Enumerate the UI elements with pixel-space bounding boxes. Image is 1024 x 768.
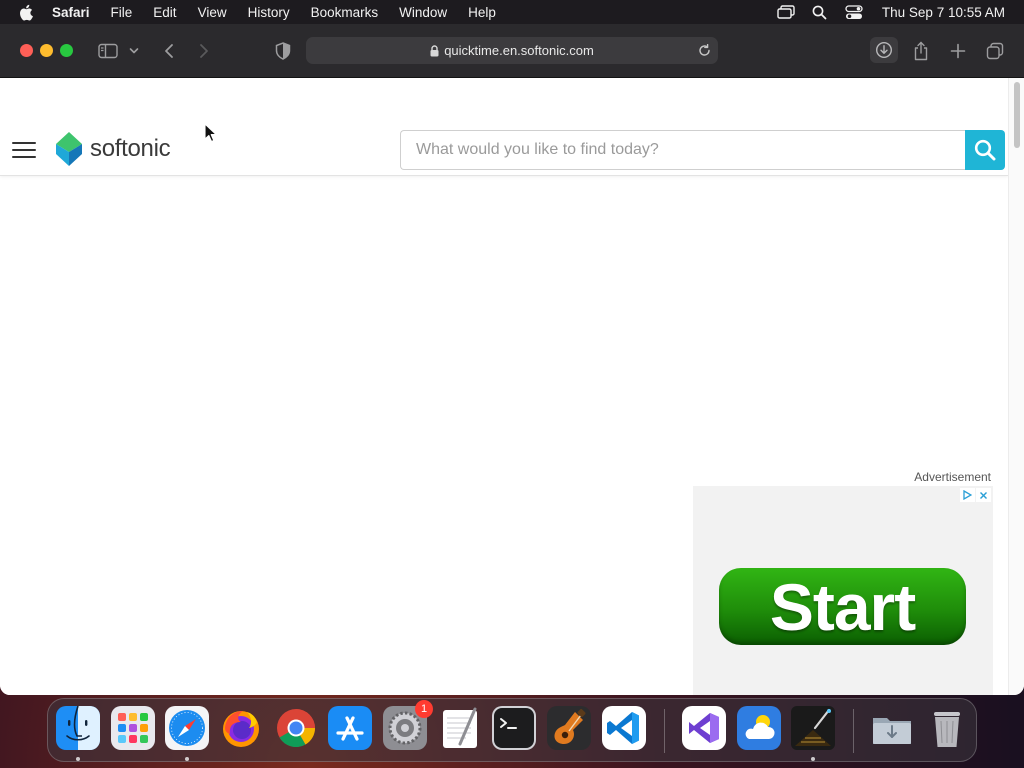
dock-weather-icon[interactable] <box>737 706 781 750</box>
reload-icon[interactable] <box>696 42 712 58</box>
tab-overview-icon[interactable] <box>983 39 1007 63</box>
advertisement-label: Advertisement <box>914 470 991 484</box>
menu-app-safari[interactable]: Safari <box>52 5 90 20</box>
privacy-shield-icon[interactable] <box>271 39 295 63</box>
menu-history[interactable]: History <box>248 5 290 20</box>
hamburger-menu-icon[interactable] <box>12 142 36 160</box>
pixelmator-running-indicator <box>811 757 815 761</box>
lock-icon <box>430 44 439 57</box>
ad-choices-icon[interactable] <box>960 488 975 502</box>
dock-safari-icon[interactable] <box>165 706 209 750</box>
chevron-down-icon[interactable] <box>124 39 144 63</box>
dock-separator <box>853 709 854 753</box>
safari-running-indicator <box>185 757 189 761</box>
menubar-status-area: Thu Sep 7 10:55 AM <box>776 0 1024 24</box>
url-text: quicktime.en.softonic.com <box>444 43 594 58</box>
apple-menu-icon[interactable] <box>18 4 36 21</box>
dock-finder-icon[interactable] <box>56 705 100 750</box>
dock-garageband-icon[interactable] <box>547 706 591 750</box>
scrollbar-thumb[interactable] <box>1014 82 1020 148</box>
minimize-window-button[interactable] <box>40 44 53 57</box>
safari-window: quicktime.en.softonic.com softonic What … <box>0 24 1024 695</box>
ad-choices <box>959 488 991 502</box>
screen-mirroring-icon[interactable] <box>776 4 796 20</box>
finder-running-indicator <box>76 757 80 761</box>
sidebar-toggle-icon[interactable] <box>96 39 120 63</box>
search-icon <box>974 139 996 161</box>
back-arrow-icon[interactable] <box>157 39 181 63</box>
site-header: softonic <box>0 78 1008 176</box>
dock-vscode-icon[interactable] <box>602 706 646 750</box>
dock-textedit-icon[interactable] <box>438 706 482 750</box>
softonic-logo[interactable]: softonic <box>55 132 171 166</box>
forward-arrow-icon[interactable] <box>192 39 216 63</box>
dock-trash-icon[interactable] <box>925 706 969 750</box>
dock-separator <box>664 709 665 753</box>
dock-pixelmator-icon[interactable] <box>791 706 835 750</box>
menu-view[interactable]: View <box>198 5 227 20</box>
logo-text: softonic <box>90 135 171 162</box>
zoom-window-button[interactable] <box>60 44 73 57</box>
softonic-logo-mark-icon <box>56 132 82 166</box>
ad-start-button[interactable]: Start <box>719 568 966 645</box>
dock-terminal-icon[interactable] <box>492 706 536 750</box>
new-tab-plus-icon[interactable] <box>946 39 970 63</box>
dock-launchpad-icon[interactable] <box>111 706 155 750</box>
safari-toolbar: quicktime.en.softonic.com <box>0 24 1024 78</box>
settings-notification-badge: 1 <box>415 700 433 718</box>
page-scrollbar[interactable] <box>1008 78 1024 695</box>
dock-visual-studio-icon[interactable] <box>682 706 726 750</box>
dock-system-settings-icon[interactable]: 1 <box>383 700 433 750</box>
downloads-icon[interactable] <box>870 37 898 63</box>
menu-file[interactable]: File <box>111 5 133 20</box>
menu-bookmarks[interactable]: Bookmarks <box>311 5 379 20</box>
control-center-icon[interactable] <box>844 4 864 20</box>
search-button[interactable] <box>965 130 1005 170</box>
dock-downloads-folder-icon[interactable] <box>870 706 914 750</box>
ad-close-icon[interactable] <box>976 488 991 502</box>
dock-firefox-icon[interactable] <box>219 706 263 750</box>
web-page: softonic Advertisement Start <box>0 78 1008 695</box>
share-icon[interactable] <box>909 39 933 63</box>
mouse-pointer-icon <box>204 123 217 143</box>
search-input[interactable] <box>400 130 965 170</box>
dock: 1 <box>47 698 977 762</box>
spotlight-search-icon[interactable] <box>810 4 830 20</box>
dock-chrome-icon[interactable] <box>274 706 318 750</box>
menu-bar: Safari File Edit View History Bookmarks … <box>0 0 1024 24</box>
advertisement-banner[interactable]: Start <box>693 486 993 695</box>
menu-window[interactable]: Window <box>399 5 447 20</box>
site-search <box>400 130 1005 170</box>
menu-help[interactable]: Help <box>468 5 496 20</box>
dock-app-store-icon[interactable] <box>328 706 372 750</box>
menubar-clock[interactable]: Thu Sep 7 10:55 AM <box>882 5 1005 20</box>
close-window-button[interactable] <box>20 44 33 57</box>
address-bar[interactable]: quicktime.en.softonic.com <box>306 37 718 64</box>
menu-edit[interactable]: Edit <box>153 5 176 20</box>
